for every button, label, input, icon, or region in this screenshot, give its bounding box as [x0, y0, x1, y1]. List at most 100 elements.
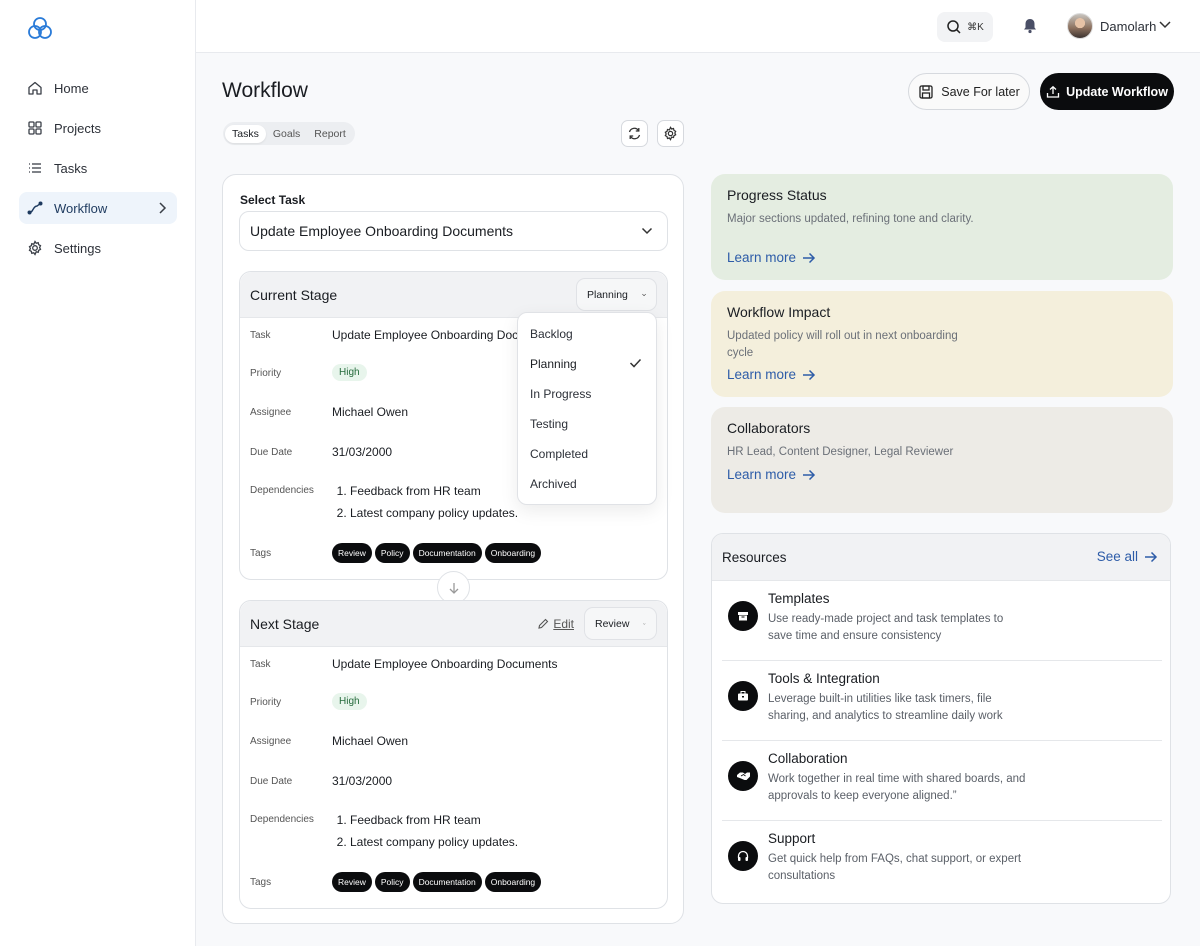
- tag-review[interactable]: Review: [332, 872, 372, 892]
- avatar[interactable]: [1067, 13, 1093, 39]
- sidebar-item-label: Home: [54, 80, 89, 96]
- page-title: Workflow: [222, 79, 308, 102]
- current-stage-value: Planning: [587, 288, 628, 301]
- progress-status-card: Progress Status Major sections updated, …: [711, 174, 1173, 280]
- task-panel: Select Task Update Employee Onboarding D…: [222, 174, 684, 924]
- username[interactable]: Damolarh: [1100, 19, 1156, 34]
- resource-item-templates[interactable]: Templates Use ready-made project and tas…: [712, 581, 1170, 661]
- refresh-button[interactable]: [621, 120, 648, 147]
- sidebar-item-settings[interactable]: Settings: [19, 232, 177, 264]
- dependencies-list: Feedback from HR team Latest company pol…: [332, 810, 518, 853]
- sidebar-item-tasks[interactable]: Tasks: [19, 152, 177, 184]
- menu-item-completed[interactable]: Completed: [518, 439, 656, 469]
- chevron-down-icon: [641, 227, 653, 235]
- next-stage-value: Review: [595, 617, 630, 630]
- box-icon: [728, 601, 758, 631]
- view-tabs: Tasks Goals Report: [223, 122, 355, 145]
- see-all-link[interactable]: See all: [1097, 549, 1158, 564]
- arrow-down-icon: [449, 582, 458, 594]
- tab-tasks[interactable]: Tasks: [225, 124, 266, 143]
- headphones-icon: [728, 841, 758, 871]
- tab-report[interactable]: Report: [307, 125, 353, 143]
- due-date-label: Due Date: [250, 447, 293, 458]
- sidebar-item-workflow[interactable]: Workflow: [19, 192, 177, 224]
- dependencies-list: Feedback from HR team Latest company pol…: [332, 481, 518, 524]
- update-workflow-label: Update Workflow: [1066, 84, 1168, 99]
- collaborators-card: Collaborators HR Lead, Content Designer,…: [711, 407, 1173, 513]
- resource-title: Templates: [768, 591, 830, 606]
- list-item: Feedback from HR team: [350, 481, 518, 503]
- menu-item-testing[interactable]: Testing: [518, 409, 656, 439]
- learn-more-label: Learn more: [727, 467, 797, 482]
- tag-documentation[interactable]: Documentation: [412, 872, 482, 892]
- due-date-value: 31/03/2000: [332, 445, 393, 459]
- resource-title: Support: [768, 831, 816, 846]
- tags-label: Tags: [250, 877, 272, 888]
- tag-review[interactable]: Review: [332, 543, 372, 563]
- sidebar-item-label: Settings: [54, 240, 101, 256]
- edit-link[interactable]: Edit: [537, 617, 574, 631]
- resource-item-collaboration[interactable]: Collaboration Work together in real time…: [712, 741, 1170, 821]
- upload-icon: [1046, 85, 1060, 98]
- due-date-value: 31/03/2000: [332, 774, 393, 788]
- resource-title: Collaboration: [768, 751, 848, 766]
- list-item: Latest company policy updates.: [350, 503, 518, 525]
- card-text: HR Lead, Content Designer, Legal Reviewe…: [727, 446, 954, 458]
- menu-item-planning[interactable]: Planning: [518, 349, 656, 379]
- settings-button[interactable]: [657, 120, 684, 147]
- learn-more-link[interactable]: Learn more: [727, 467, 816, 482]
- tag-onboarding[interactable]: Onboarding: [484, 543, 542, 563]
- next-stage-dropdown[interactable]: Review: [584, 607, 657, 640]
- resources-panel: Resources See all Templates Use ready-ma…: [711, 533, 1171, 904]
- learn-more-label: Learn more: [727, 367, 797, 382]
- workflow-impact-card: Workflow Impact Updated policy will roll…: [711, 291, 1173, 397]
- top-bar: ⌘K Damolarh: [196, 0, 1200, 53]
- app-logo-icon[interactable]: [26, 14, 54, 42]
- update-workflow-button[interactable]: Update Workflow: [1040, 73, 1174, 110]
- menu-item-backlog[interactable]: Backlog: [518, 319, 656, 349]
- list-item: Latest company policy updates.: [350, 832, 518, 854]
- grid-icon: [27, 120, 43, 136]
- priority-label: Priority: [250, 368, 282, 379]
- menu-item-in-progress[interactable]: In Progress: [518, 379, 656, 409]
- assignee-value: Michael Owen: [332, 405, 409, 419]
- menu-item-label: Planning: [530, 357, 577, 371]
- search-button[interactable]: ⌘K: [937, 12, 993, 42]
- resources-header: Resources See all: [712, 534, 1170, 581]
- gear-icon: [27, 240, 43, 256]
- sidebar-item-label: Workflow: [54, 200, 108, 216]
- handshake-icon: [728, 761, 758, 791]
- arrow-right-icon: [803, 252, 816, 263]
- resource-desc: Leverage built-in utilities like task ti…: [768, 693, 1003, 722]
- priority-label: Priority: [250, 697, 282, 708]
- tag-onboarding[interactable]: Onboarding: [484, 872, 542, 892]
- task-value: Update Employee Onboarding Documents: [332, 657, 558, 671]
- dependencies-label: Dependencies: [250, 814, 314, 825]
- refresh-icon: [628, 127, 641, 140]
- learn-more-link[interactable]: Learn more: [727, 250, 816, 265]
- sidebar-item-label: Tasks: [54, 160, 88, 176]
- card-title: Progress Status: [727, 187, 827, 203]
- next-stage-title: Next Stage: [250, 616, 320, 632]
- current-stage-dropdown[interactable]: Planning: [576, 278, 657, 311]
- tab-goals[interactable]: Goals: [266, 125, 307, 143]
- menu-item-archived[interactable]: Archived: [518, 469, 656, 499]
- bell-icon[interactable]: [1020, 16, 1040, 36]
- gear-icon: [664, 126, 677, 141]
- tag-list: Review Policy Documentation Onboarding: [332, 872, 542, 892]
- check-icon: [629, 358, 642, 368]
- resource-item-tools[interactable]: Tools & Integration Leverage built-in ut…: [712, 661, 1170, 741]
- resource-item-support[interactable]: Support Get quick help from FAQs, chat s…: [712, 821, 1170, 901]
- tag-policy[interactable]: Policy: [374, 872, 410, 892]
- due-date-label: Due Date: [250, 776, 293, 787]
- sidebar-item-home[interactable]: Home: [19, 72, 177, 104]
- save-for-later-button[interactable]: Save For later: [908, 73, 1030, 110]
- chevron-down-icon[interactable]: [1158, 20, 1172, 30]
- task-select[interactable]: Update Employee Onboarding Documents: [239, 211, 668, 251]
- tag-policy[interactable]: Policy: [374, 543, 410, 563]
- learn-more-label: Learn more: [727, 250, 797, 265]
- sidebar-item-projects[interactable]: Projects: [19, 112, 177, 144]
- tag-documentation[interactable]: Documentation: [412, 543, 482, 563]
- current-stage-title: Current Stage: [250, 287, 338, 303]
- learn-more-link[interactable]: Learn more: [727, 367, 816, 382]
